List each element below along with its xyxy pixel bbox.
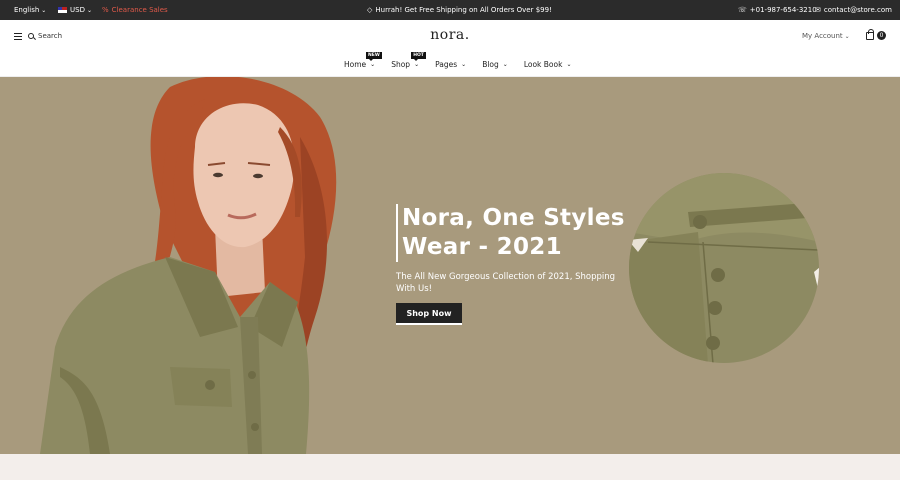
hero-title-line-2: Wear - 2021 — [402, 234, 562, 260]
nav-label: Look Book — [523, 59, 563, 69]
clearance-link[interactable]: % Clearance Sales — [102, 0, 168, 20]
shop-now-button[interactable]: Shop Now — [396, 303, 462, 325]
gift-icon: ◇ — [367, 6, 373, 14]
phone-link[interactable]: ☏ +01-987-654-3210 — [738, 0, 817, 20]
language-label: English — [14, 6, 40, 14]
chevron-down-icon: ⌄ — [414, 60, 420, 68]
currency-label: USD — [70, 6, 85, 14]
promo-text: Hurrah! Get Free Shipping on All Orders … — [375, 6, 552, 14]
site-header: Search nora. My Account ⌄ 0 Home ⌄ NEW S… — [0, 20, 900, 77]
cart-icon — [866, 29, 874, 40]
model-image — [40, 77, 337, 454]
cart-button[interactable]: 0 — [866, 29, 888, 43]
phone-icon: ☏ — [738, 6, 747, 14]
chevron-down-icon: ⌄ — [461, 60, 467, 68]
my-account-menu[interactable]: My Account ⌄ — [802, 30, 850, 42]
nav-label: Pages — [435, 59, 458, 69]
hero-banner: Nora, One Styles Wear - 2021 The All New… — [0, 77, 900, 454]
chevron-down-icon: ⌄ — [502, 60, 508, 68]
hero-title: Nora, One Styles Wear - 2021 — [396, 204, 625, 262]
top-bar: English ⌄ USD ⌄ % Clearance Sales ◇ Hurr… — [0, 0, 900, 20]
chevron-down-icon: ⌄ — [566, 60, 572, 68]
nav-label: Blog — [482, 59, 499, 69]
main-nav: Home ⌄ NEW Shop ⌄ HOT Pages ⌄ Blog ⌄ Loo… — [344, 51, 587, 70]
nav-item-blog[interactable]: Blog ⌄ — [482, 60, 508, 69]
nav-item-pages[interactable]: Pages ⌄ — [435, 60, 466, 69]
us-flag-icon — [58, 7, 67, 13]
nav-item-shop[interactable]: Shop ⌄ HOT — [391, 51, 426, 69]
next-section — [0, 454, 900, 480]
cart-count-badge: 0 — [877, 31, 886, 40]
currency-selector[interactable]: USD ⌄ — [58, 0, 92, 20]
nav-label: Shop — [391, 59, 411, 69]
chevron-down-icon: ⌄ — [86, 6, 92, 14]
chevron-down-icon: ⌄ — [41, 6, 47, 14]
phone-number: +01-987-654-3210 — [749, 6, 817, 14]
percent-icon: % — [102, 6, 109, 14]
chevron-down-icon: ⌄ — [844, 32, 850, 40]
hot-badge: HOT — [411, 51, 426, 61]
nav-label: Home — [344, 59, 367, 69]
nav-item-home[interactable]: Home ⌄ NEW — [344, 51, 382, 69]
language-selector[interactable]: English ⌄ — [14, 0, 46, 20]
promo-banner: ◇ Hurrah! Get Free Shipping on All Order… — [367, 0, 552, 20]
new-badge: NEW — [366, 51, 382, 61]
email-link[interactable]: ✉ contact@store.com — [815, 0, 892, 20]
clearance-label: Clearance Sales — [111, 6, 168, 14]
jacket-detail-image — [629, 173, 819, 363]
hero-subtitle: The All New Gorgeous Collection of 2021,… — [396, 272, 616, 294]
account-label: My Account — [802, 32, 843, 40]
email-address: contact@store.com — [823, 6, 892, 14]
chevron-down-icon: ⌄ — [370, 60, 376, 68]
site-logo[interactable]: nora. — [0, 27, 900, 43]
hero-title-line-1: Nora, One Styles — [402, 205, 625, 231]
email-icon: ✉ — [815, 6, 821, 14]
nav-item-look-book[interactable]: Look Book ⌄ — [524, 60, 572, 69]
